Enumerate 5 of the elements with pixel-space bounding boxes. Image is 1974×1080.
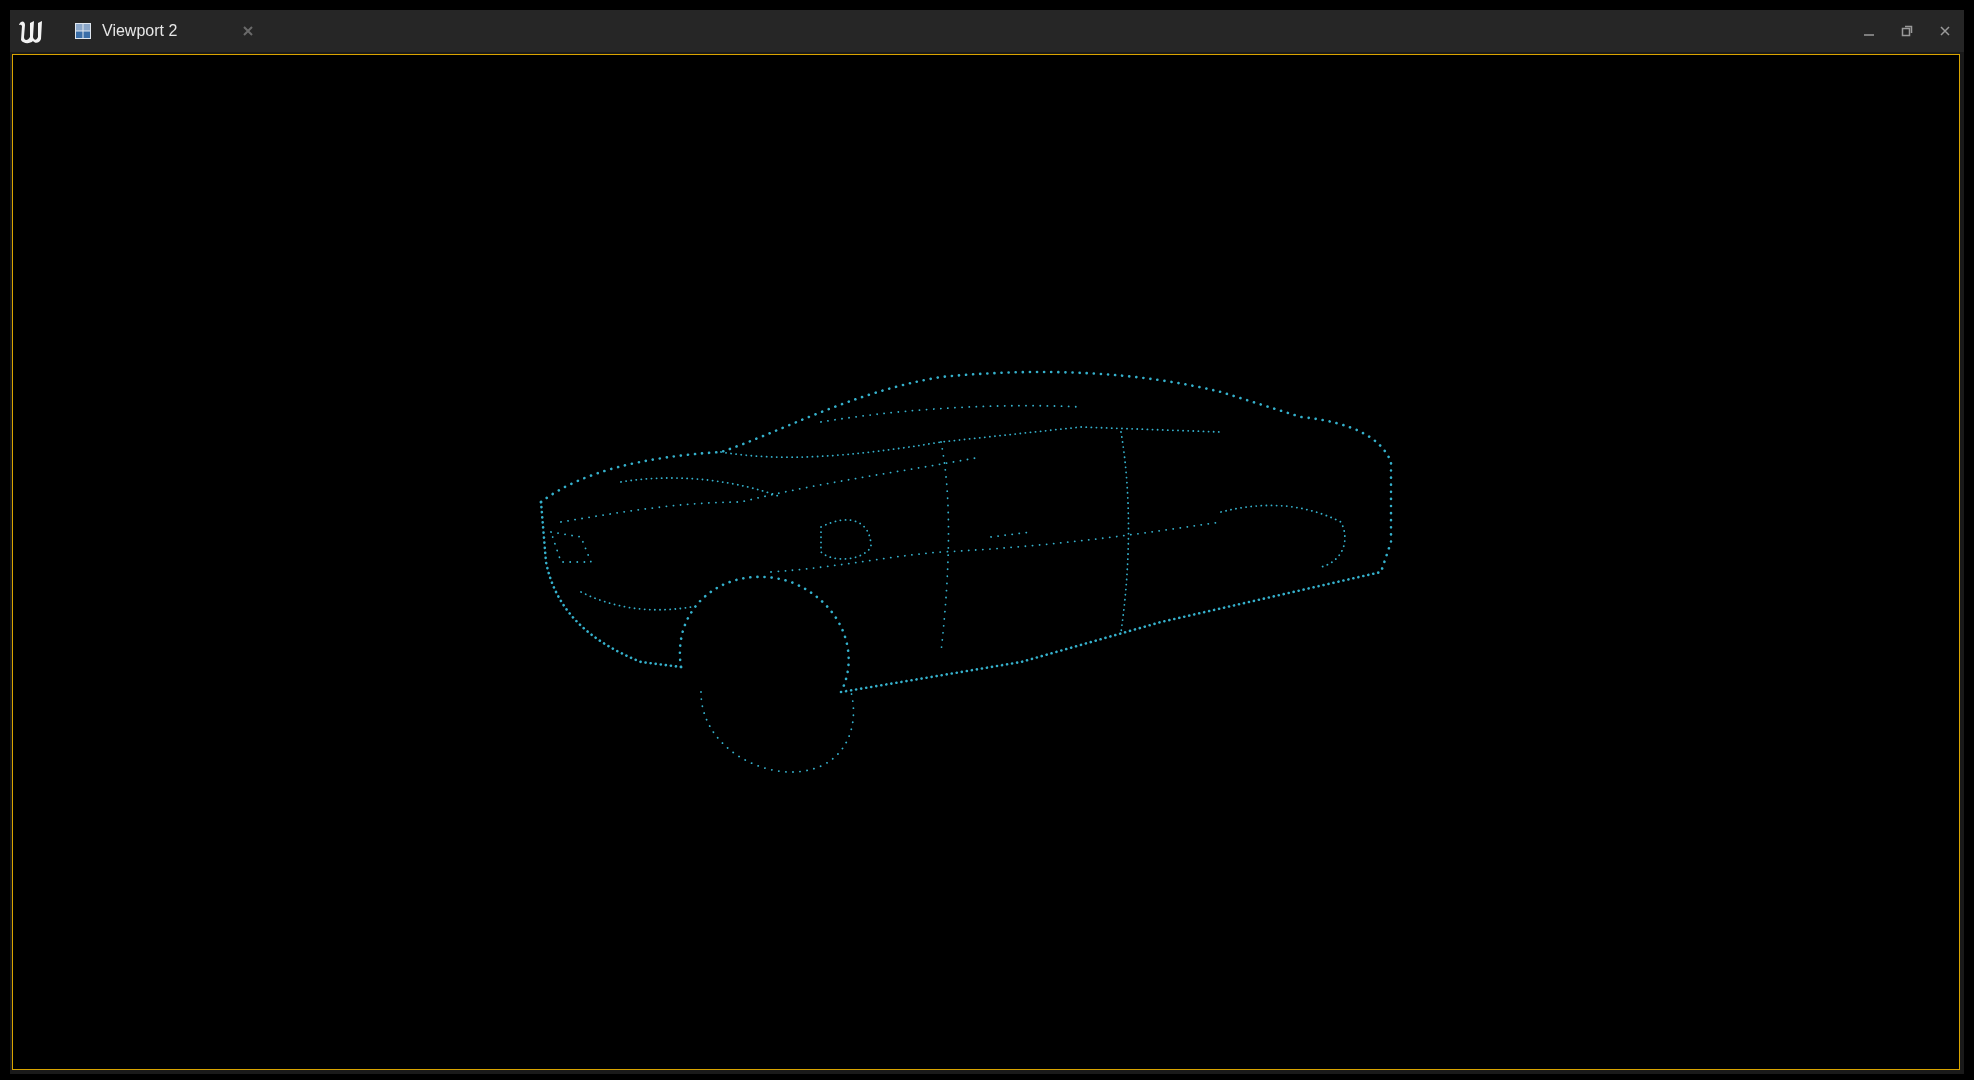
close-icon[interactable] xyxy=(1939,25,1951,37)
close-tab-icon[interactable] xyxy=(242,25,254,37)
restore-icon[interactable] xyxy=(1901,25,1913,37)
viewport-grid-icon xyxy=(74,22,92,40)
viewport-tab[interactable]: Viewport 2 xyxy=(66,10,266,52)
